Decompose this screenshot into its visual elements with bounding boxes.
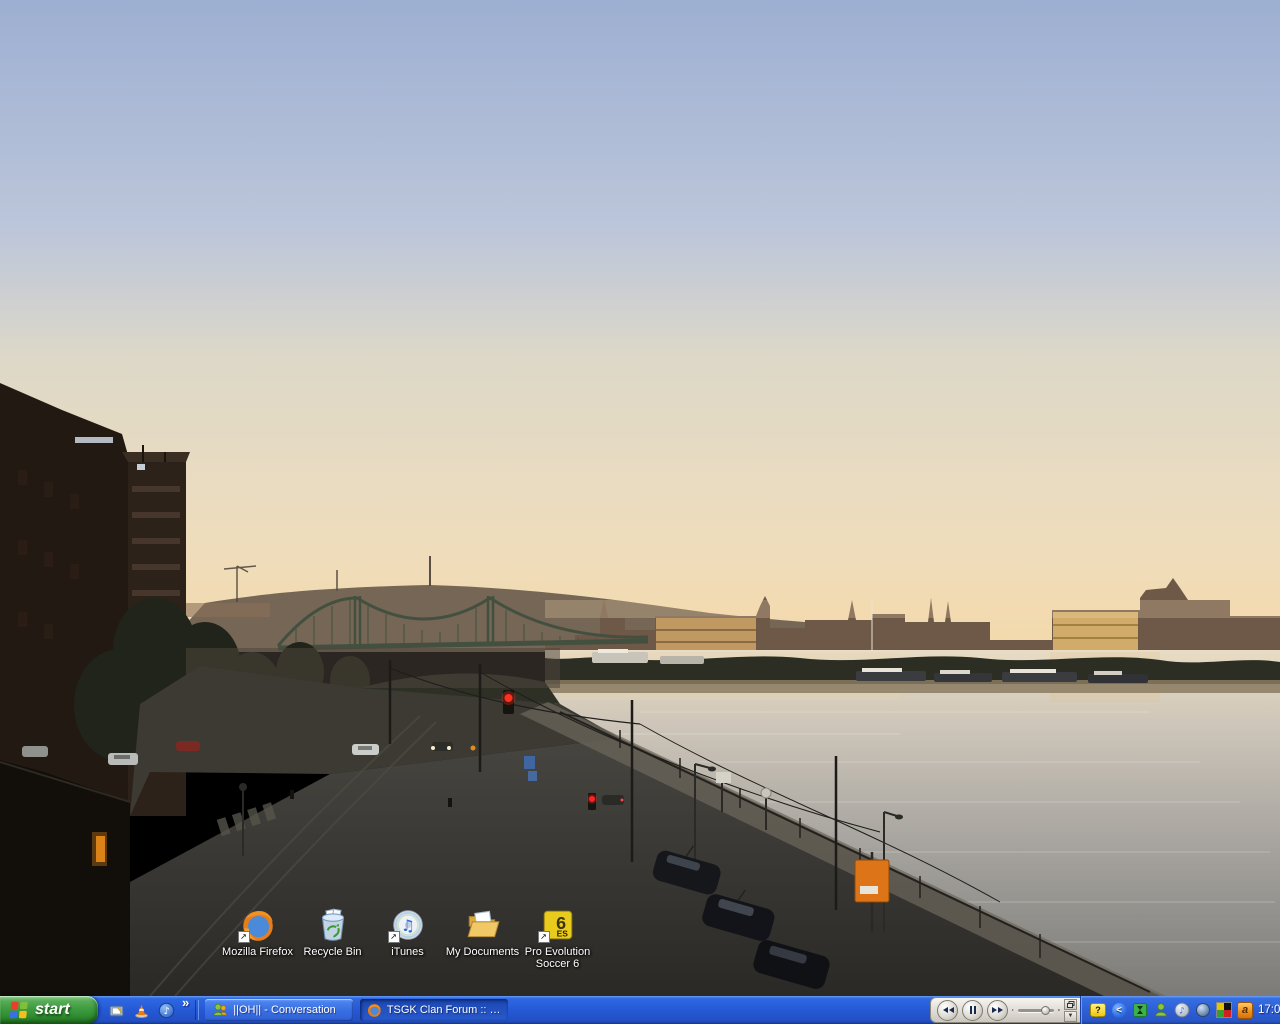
next-track-button[interactable] bbox=[987, 1000, 1008, 1021]
svg-text:♪: ♪ bbox=[163, 1006, 169, 1017]
taskbar: start bbox=[0, 996, 1280, 1024]
start-label: start bbox=[35, 1001, 70, 1019]
volume-slider[interactable] bbox=[1018, 1009, 1054, 1012]
desktop-icon-label: iTunes bbox=[391, 946, 424, 958]
hide-icons-chevron[interactable]: < bbox=[1111, 1002, 1127, 1018]
desktop-icon-recycle-bin[interactable]: Recycle Bin bbox=[295, 906, 370, 970]
itunes-media-toolbar: ▼ bbox=[930, 997, 1080, 1023]
desktop-icon-itunes[interactable]: ♫ ↗ iTunes bbox=[370, 906, 445, 970]
taskbar-button-conversation[interactable]: ||OH|| - Conversation bbox=[205, 999, 353, 1021]
windows-logo-icon bbox=[8, 999, 30, 1021]
itunes-quicklaunch-icon[interactable]: ♪ bbox=[157, 1001, 175, 1019]
desktop-icon-row: ↗ Mozilla Firefox Recycle Bin bbox=[220, 906, 610, 970]
taskbar-clock[interactable]: 17:04 bbox=[1258, 1004, 1280, 1016]
recycle-bin-icon bbox=[314, 906, 352, 944]
sphere-icon[interactable] bbox=[1195, 1002, 1211, 1018]
shortcut-arrow-icon: ↗ bbox=[238, 931, 250, 943]
taskbar-window-buttons: ||OH|| - Conversation TSGK Clan Forum ::… bbox=[199, 996, 514, 1024]
start-button[interactable]: start bbox=[0, 996, 98, 1024]
wallpaper-photo bbox=[0, 0, 1280, 996]
volume-slider-thumb[interactable] bbox=[1041, 1006, 1050, 1015]
deskband-restore-button[interactable] bbox=[1064, 999, 1077, 1010]
desktop-icon-label: Recycle Bin bbox=[303, 946, 361, 958]
green-timer-icon[interactable] bbox=[1132, 1002, 1148, 1018]
volume-high-icon bbox=[1058, 1004, 1060, 1016]
desktop-icon-my-documents[interactable]: My Documents bbox=[445, 906, 520, 970]
firefox-icon bbox=[367, 1003, 382, 1018]
svg-text:♪: ♪ bbox=[1179, 1007, 1185, 1017]
my-documents-icon bbox=[464, 906, 502, 944]
previous-track-button[interactable] bbox=[937, 1000, 958, 1021]
pause-button[interactable] bbox=[962, 1000, 983, 1021]
desktop-icon-pro-evolution-soccer-6[interactable]: 6 ES ↗ Pro Evolution Soccer 6 bbox=[520, 906, 595, 970]
desktop-icon-label: Mozilla Firefox bbox=[222, 946, 293, 958]
quick-launch-overflow-chevron[interactable]: » bbox=[182, 996, 189, 1010]
desktop-icon-label: Pro Evolution Soccer 6 bbox=[520, 946, 595, 970]
taskbar-button-label: ||OH|| - Conversation bbox=[233, 1004, 336, 1016]
taskbar-button-tsgk-clan-forum[interactable]: TSGK Clan Forum :: P... bbox=[360, 999, 508, 1021]
desktop-icon-label: My Documents bbox=[446, 946, 519, 958]
taskbar-empty-area bbox=[514, 996, 930, 1024]
orange-a-icon[interactable]: a bbox=[1237, 1002, 1253, 1018]
volume-low-icon bbox=[1012, 1005, 1014, 1015]
msn-messenger-icon[interactable] bbox=[1153, 1002, 1169, 1018]
desktop-icon-mozilla-firefox[interactable]: ↗ Mozilla Firefox bbox=[220, 906, 295, 970]
messenger-conversation-icon bbox=[212, 1002, 228, 1018]
avg-icon[interactable] bbox=[1216, 1002, 1232, 1018]
taskbar-button-label: TSGK Clan Forum :: P... bbox=[387, 1004, 501, 1016]
system-tray: ? < bbox=[1080, 996, 1280, 1024]
vlc-icon[interactable] bbox=[132, 1001, 150, 1019]
svg-text:♫: ♫ bbox=[400, 916, 414, 935]
quick-launch-bar: ♪ » bbox=[98, 996, 199, 1024]
help-bubble-icon[interactable]: ? bbox=[1090, 1002, 1106, 1018]
desktop-screen: ↗ Mozilla Firefox Recycle Bin bbox=[0, 0, 1280, 1024]
svg-text:ES: ES bbox=[556, 929, 568, 939]
shortcut-arrow-icon: ↗ bbox=[538, 931, 550, 943]
deskband-mini-buttons: ▼ bbox=[1064, 999, 1077, 1022]
deskband-collapse-button[interactable]: ▼ bbox=[1064, 1011, 1077, 1022]
shortcut-arrow-icon: ↗ bbox=[388, 931, 400, 943]
show-desktop-icon[interactable] bbox=[107, 1001, 125, 1019]
itunes-tray-icon[interactable]: ♪ bbox=[1174, 1002, 1190, 1018]
